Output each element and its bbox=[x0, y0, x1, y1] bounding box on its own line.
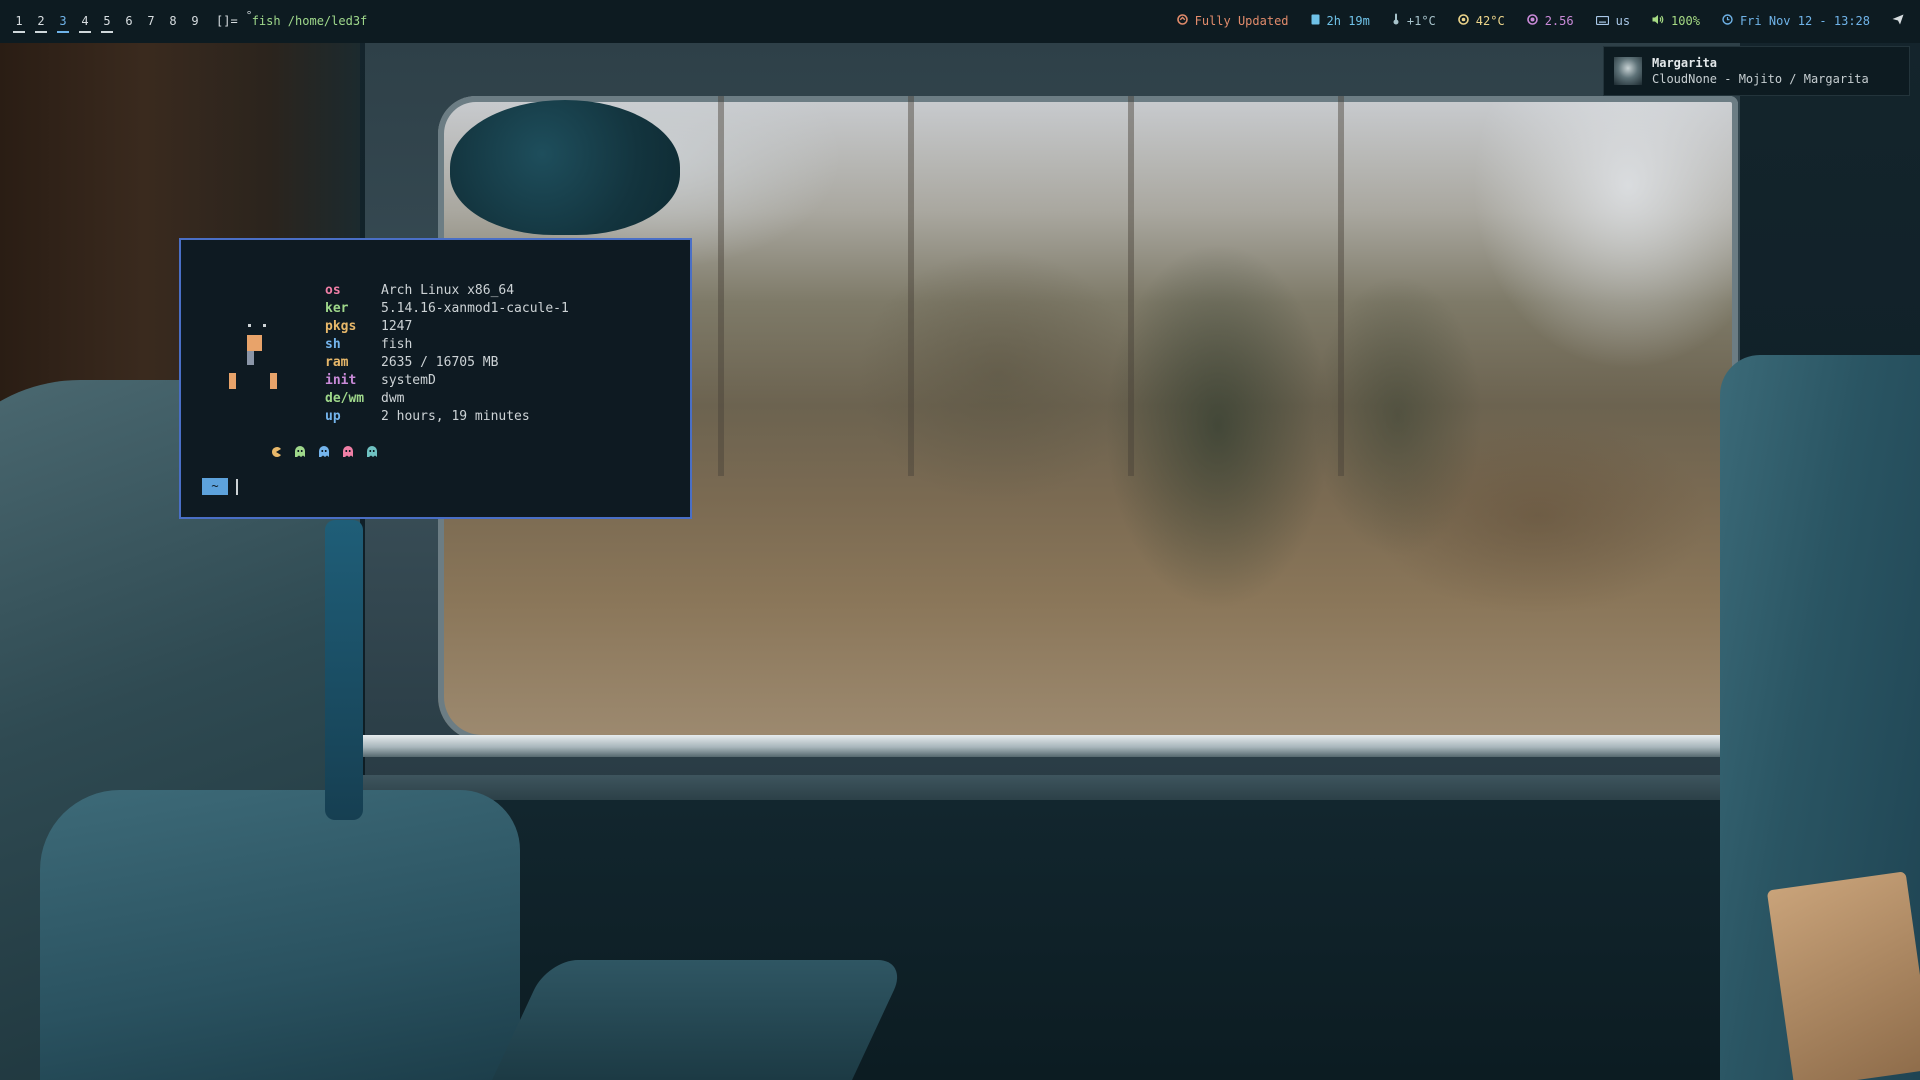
package-icon bbox=[1176, 0, 1188, 43]
paper-plane-icon bbox=[1892, 0, 1904, 43]
prompt-directory: ~ bbox=[202, 478, 228, 495]
load-module[interactable]: 2.56 bbox=[1526, 0, 1574, 43]
wallpaper-tree-trunk bbox=[1338, 96, 1344, 476]
wallpaper-rail bbox=[360, 775, 1750, 803]
notification-title: Margarita bbox=[1652, 56, 1718, 70]
ghost-icon bbox=[365, 446, 378, 458]
info-key: de/wm bbox=[325, 391, 365, 406]
info-row-sh: sh fish bbox=[325, 336, 569, 354]
clock-book-icon bbox=[1311, 0, 1320, 43]
date-text: Fri Nov 12 - 13:28 bbox=[1739, 14, 1870, 28]
volume-icon bbox=[1652, 0, 1664, 43]
keyboard-module[interactable]: us bbox=[1595, 0, 1631, 43]
window-title: fish /home/led3f bbox=[246, 0, 368, 43]
info-row-ram: ram 2635 / 16705 MB bbox=[325, 354, 569, 372]
layout-indicator[interactable]: []= bbox=[216, 0, 238, 43]
send-module[interactable] bbox=[1892, 0, 1904, 43]
wallpaper-tree-trunk bbox=[718, 96, 724, 476]
info-key: up bbox=[325, 409, 341, 424]
info-value: systemD bbox=[381, 373, 436, 388]
tag-3[interactable]: 3 bbox=[52, 0, 74, 43]
system-info: os Arch Linux x86_64 ker 5.14.16-xanmod1… bbox=[325, 282, 569, 426]
weather-text: +1°C bbox=[1406, 14, 1436, 28]
volume-module[interactable]: 100% bbox=[1652, 0, 1700, 43]
ghost-icon bbox=[341, 446, 354, 458]
info-row-pkgs: pkgs 1247 bbox=[325, 318, 569, 336]
keyboard-icon bbox=[1595, 0, 1609, 43]
arch-ascii-logo bbox=[181, 240, 301, 400]
info-row-ker: ker 5.14.16-xanmod1-cacule-1 bbox=[325, 300, 569, 318]
keyboard-text: us bbox=[1615, 14, 1631, 28]
thermometer-icon bbox=[1392, 0, 1400, 43]
wallpaper-tree-trunk bbox=[1128, 96, 1134, 476]
pacman-icon bbox=[269, 446, 282, 458]
info-key: init bbox=[325, 373, 357, 388]
info-key: ker bbox=[325, 301, 349, 316]
load-icon bbox=[1526, 0, 1538, 43]
info-row-init: init systemD bbox=[325, 372, 569, 390]
info-value: 2 hours, 19 minutes bbox=[381, 409, 530, 424]
wallpaper-tree-trunk bbox=[908, 96, 914, 476]
album-art bbox=[1614, 57, 1642, 85]
volume-text: 100% bbox=[1671, 14, 1700, 28]
text-cursor bbox=[236, 478, 238, 495]
wallpaper-tray-table bbox=[492, 960, 908, 1080]
info-value: dwm bbox=[381, 391, 405, 406]
info-key: pkgs bbox=[325, 319, 357, 334]
tag-4[interactable]: 4 bbox=[74, 0, 96, 43]
info-row-up: up 2 hours, 19 minutes bbox=[325, 408, 569, 426]
info-value: fish bbox=[381, 337, 413, 352]
calendar-clock-icon bbox=[1722, 0, 1733, 43]
info-key: ram bbox=[325, 355, 349, 370]
ghost-icon bbox=[293, 446, 306, 458]
terminal-window[interactable]: os Arch Linux x86_64 ker 5.14.16-xanmod1… bbox=[179, 238, 692, 519]
wallpaper bbox=[0, 0, 1920, 1080]
color-palette bbox=[269, 446, 378, 458]
status-bar: 1 2 3 4 5 6 7 8 9 []= fish /home/led3f F… bbox=[0, 0, 1920, 43]
date-module[interactable]: Fri Nov 12 - 13:28 bbox=[1722, 0, 1870, 43]
info-value: 5.14.16-xanmod1-cacule-1 bbox=[381, 301, 569, 316]
wallpaper-window-sill bbox=[360, 735, 1750, 757]
info-key: sh bbox=[325, 337, 341, 352]
info-value: 1247 bbox=[381, 319, 413, 334]
wallpaper-paper-bag bbox=[1766, 871, 1920, 1080]
tag-5[interactable]: 5 bbox=[96, 0, 118, 43]
tag-7[interactable]: 7 bbox=[140, 0, 162, 43]
info-value: 2635 / 16705 MB bbox=[381, 355, 499, 370]
wallpaper-seat-cushion bbox=[40, 790, 520, 1080]
tag-9[interactable]: 9 bbox=[184, 0, 206, 43]
ghost-icon bbox=[317, 446, 330, 458]
tag-8[interactable]: 8 bbox=[162, 0, 184, 43]
weather-module[interactable]: +1°C bbox=[1392, 0, 1436, 43]
updates-module[interactable]: Fully Updated bbox=[1176, 0, 1289, 43]
cpu-temp-icon bbox=[1457, 0, 1469, 43]
info-row-dewm: de/wm dwm bbox=[325, 390, 569, 408]
wallpaper-scarf bbox=[325, 520, 363, 820]
load-text: 2.56 bbox=[1544, 14, 1574, 28]
cpu-temp-text: 42°C bbox=[1475, 14, 1505, 28]
uptime-module[interactable]: 2h 19m bbox=[1311, 0, 1370, 43]
info-value: Arch Linux x86_64 bbox=[381, 283, 515, 298]
media-notification[interactable]: Margarita CloudNone - Mojito / Margarita bbox=[1603, 46, 1910, 96]
wallpaper-knit-hat bbox=[450, 100, 680, 235]
tag-6[interactable]: 6 bbox=[118, 0, 140, 43]
info-key: os bbox=[325, 283, 341, 298]
tag-2[interactable]: 2 bbox=[30, 0, 52, 43]
updates-text: Fully Updated bbox=[1194, 14, 1289, 28]
shell-prompt[interactable]: ~ bbox=[202, 478, 238, 495]
status-modules: Fully Updated 2h 19m +1°C 42°C 2.56 us 1… bbox=[1155, 0, 1904, 43]
notification-body: CloudNone - Mojito / Margarita bbox=[1652, 72, 1869, 86]
info-row-os: os Arch Linux x86_64 bbox=[325, 282, 569, 300]
uptime-text: 2h 19m bbox=[1326, 14, 1370, 28]
tag-1[interactable]: 1 bbox=[8, 0, 30, 43]
cpu-temp-module[interactable]: 42°C bbox=[1457, 0, 1505, 43]
tag-list: 1 2 3 4 5 6 7 8 9 []= fish /home/led3f bbox=[8, 0, 367, 43]
